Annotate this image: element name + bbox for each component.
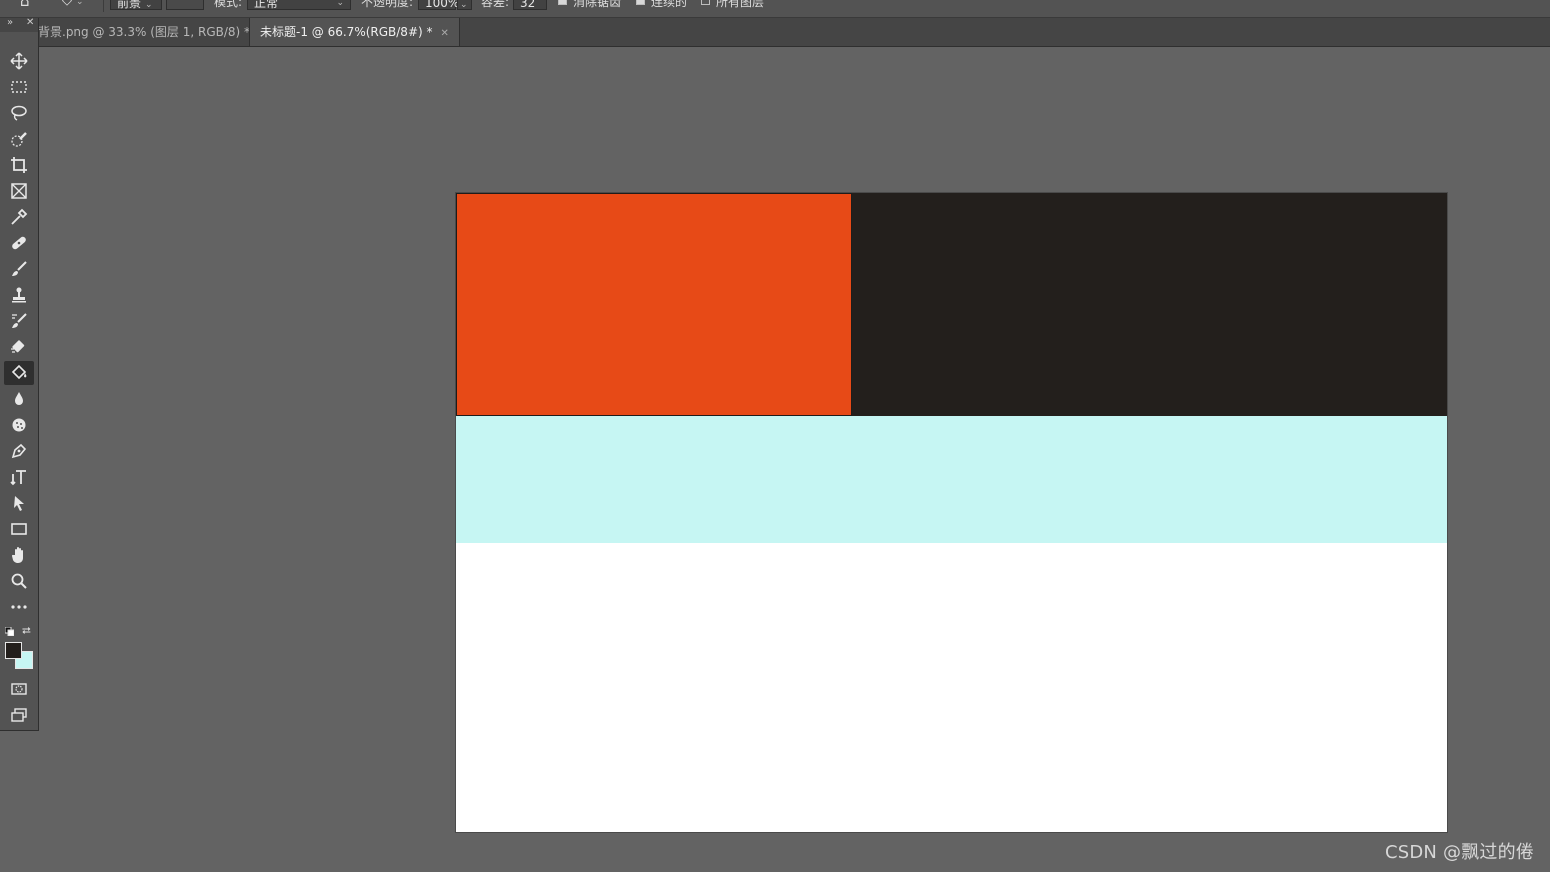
screen-mode-icon[interactable] xyxy=(4,703,34,727)
fill-source-select[interactable]: 前景 ⌄ xyxy=(110,0,162,10)
anti-alias-checkbox[interactable] xyxy=(558,0,567,5)
default-colors-icon[interactable] xyxy=(5,627,14,636)
crop-icon[interactable] xyxy=(4,153,34,177)
cyan-fill-region xyxy=(456,416,1447,543)
rectangular-marquee-icon[interactable] xyxy=(4,75,34,99)
divider xyxy=(103,0,104,12)
clone-stamp-icon[interactable] xyxy=(4,283,34,307)
tab-untitled-1[interactable]: 未标题-1 @ 66.7%(RGB/8#) * ✕ xyxy=(249,18,460,46)
zoom-icon[interactable] xyxy=(4,569,34,593)
all-layers-checkbox[interactable] xyxy=(701,0,710,5)
opacity-label: 不透明度: xyxy=(361,0,414,9)
paint-bucket-icon[interactable] xyxy=(4,361,34,385)
opacity-dropdown-button[interactable]: ⌄ xyxy=(457,0,472,10)
contiguous-checkbox[interactable] xyxy=(636,0,645,5)
healing-brush-icon[interactable] xyxy=(4,231,34,255)
collapse-icon[interactable]: » xyxy=(7,17,13,28)
mode-label: 模式: xyxy=(214,0,243,9)
pen-icon[interactable] xyxy=(4,439,34,463)
eyedropper-icon[interactable] xyxy=(4,205,34,229)
eraser-icon[interactable] xyxy=(4,335,34,359)
tolerance-label: 容差: xyxy=(481,0,510,9)
home-icon[interactable]: ⌂ xyxy=(20,0,30,9)
rectangle-icon[interactable] xyxy=(4,517,34,541)
quick-mask-icon[interactable] xyxy=(4,677,34,701)
foreground-color-swatch[interactable] xyxy=(5,642,22,659)
history-brush-icon[interactable] xyxy=(4,309,34,333)
tolerance-input[interactable]: 32 xyxy=(513,0,547,10)
tools-panel: » ✕ ⮂ xyxy=(0,17,39,731)
quick-selection-icon[interactable] xyxy=(4,127,34,151)
opacity-input[interactable]: 100% xyxy=(418,0,459,10)
tab-label: 未标题-1 @ 66.7%(RGB/8#) * xyxy=(260,25,433,39)
anti-alias-label: 消除锯齿 xyxy=(573,0,622,9)
frame-icon[interactable] xyxy=(4,179,34,203)
pattern-picker[interactable] xyxy=(166,0,204,10)
hand-icon[interactable] xyxy=(4,543,34,567)
tools-panel-header: » ✕ xyxy=(0,17,38,32)
document-tab-strip: 背景.png @ 33.3% (图层 1, RGB/8) * ✕ 未标题-1 @ … xyxy=(0,18,1550,47)
brush-icon[interactable] xyxy=(4,257,34,281)
options-bar: ⌂ ◇ ⌄ 前景 ⌄ 模式: 正常 ⌄ 不透明度: 100% ⌄ 容差: 32 消除锯… xyxy=(0,0,1550,18)
selection-edge xyxy=(456,193,852,194)
orange-fill-region xyxy=(457,194,852,415)
mode-select[interactable]: 正常 ⌄ xyxy=(247,0,351,10)
selection-edge xyxy=(456,193,457,416)
type-icon[interactable] xyxy=(4,465,34,489)
dark-fill-region xyxy=(852,193,1447,416)
selection-edge xyxy=(456,415,852,416)
more-tools-icon[interactable] xyxy=(4,595,34,619)
tab-background-png[interactable]: 背景.png @ 33.3% (图层 1, RGB/8) * ✕ xyxy=(28,18,276,46)
swap-colors-icon[interactable]: ⮂ xyxy=(22,624,31,638)
all-layers-label: 所有图层 xyxy=(716,0,765,9)
lasso-icon[interactable] xyxy=(4,101,34,125)
path-selection-icon[interactable] xyxy=(4,491,34,515)
watermark: CSDN @飘过的倦 xyxy=(1384,842,1534,863)
canvas-document[interactable] xyxy=(456,193,1447,832)
sponge-icon[interactable] xyxy=(4,413,34,437)
tab-label: 背景.png @ 33.3% (图层 1, RGB/8) * xyxy=(38,25,251,39)
contiguous-label: 连续的 xyxy=(651,0,688,9)
close-icon[interactable]: ✕ xyxy=(441,28,449,39)
blur-icon[interactable] xyxy=(4,387,34,411)
move-tool-icon[interactable] xyxy=(4,49,34,73)
close-icon[interactable]: ✕ xyxy=(26,17,34,28)
paint-bucket-preset-icon[interactable]: ◇ ⌄ xyxy=(62,0,84,9)
